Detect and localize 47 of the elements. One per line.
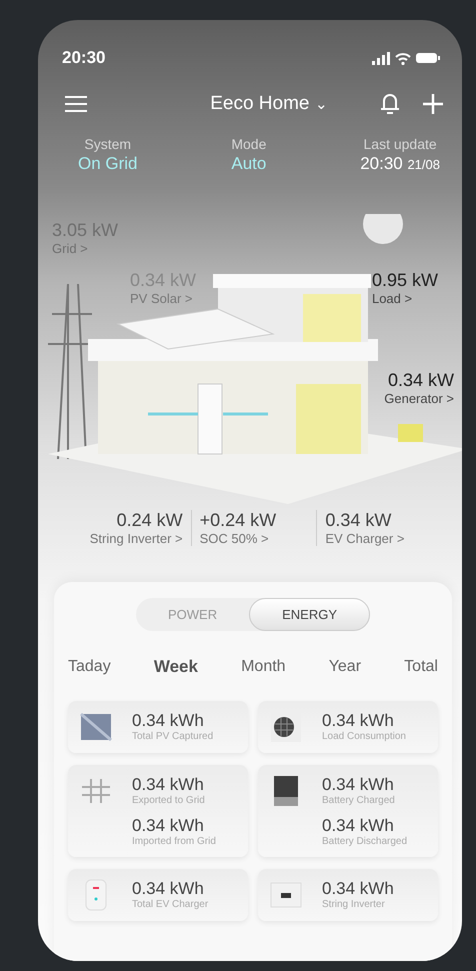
- mode-tab[interactable]: ENERGY: [249, 598, 370, 631]
- flow-link[interactable]: String Inverter >: [90, 531, 183, 546]
- update-time: 20:30 21/08: [360, 154, 440, 174]
- period-tab[interactable]: Week: [154, 657, 198, 677]
- metric-value: 0.34 kWh: [322, 816, 395, 836]
- metric-value: 0.34 kWh: [132, 816, 205, 836]
- info-label: System: [84, 136, 132, 152]
- metric-value: 0.34 kWh: [132, 775, 205, 795]
- info-value: Auto: [231, 154, 266, 174]
- flow-link[interactable]: SOC 50% >: [200, 531, 308, 546]
- info-label: Last update: [364, 136, 437, 152]
- flow-value: +0.24 kW: [200, 510, 278, 531]
- solar-icon: [80, 711, 112, 743]
- metric-label: Load Consumption: [322, 731, 406, 742]
- battery-icon: [416, 53, 440, 63]
- metric-value: 0.34 kWh: [322, 879, 394, 899]
- info-label: Mode: [231, 136, 266, 152]
- home-selector[interactable]: Eeco Home ⌄: [210, 93, 328, 115]
- metric-value: 0.34 kWh: [132, 711, 205, 731]
- status-time: 20:30: [62, 48, 106, 68]
- metric-label: Total EV Charger: [132, 899, 208, 910]
- metric-label: Exported to Grid: [132, 795, 206, 806]
- metric-label: Total PV Captured: [132, 731, 214, 742]
- metric-label: Imported from Grid: [132, 836, 216, 847]
- flow-link[interactable]: EV Charger >: [325, 531, 434, 546]
- signal-icon: [372, 52, 390, 64]
- period-tab[interactable]: Month: [241, 657, 286, 677]
- menu-icon[interactable]: [64, 95, 88, 113]
- flow-link[interactable]: Load >: [372, 291, 412, 306]
- period-tab[interactable]: Year: [328, 657, 362, 677]
- notification-bell-icon[interactable]: [380, 92, 400, 116]
- metric-value: 0.34 kWh: [322, 711, 395, 731]
- flow-value: 0.24 kW: [116, 510, 183, 531]
- wifi-icon: [395, 52, 411, 64]
- period-tab[interactable]: Total: [404, 657, 438, 677]
- period-tab[interactable]: Taday: [68, 657, 111, 677]
- flow-link[interactable]: Generator >: [384, 391, 454, 406]
- metric-value: 0.34 kWh: [322, 775, 395, 795]
- add-icon[interactable]: [422, 93, 444, 115]
- flow-value: 0.95 kW: [372, 270, 438, 291]
- flow-value: 0.34 kW: [388, 370, 454, 391]
- info-value: On Grid: [78, 154, 138, 174]
- metric-label: Battery Discharged: [322, 836, 408, 847]
- metric-label: Battery Charged: [322, 795, 396, 806]
- flow-value: 0.34 kW: [325, 510, 392, 531]
- metric-value: 0.34 kWh: [132, 879, 205, 899]
- metric-label: String Inverter: [322, 899, 386, 910]
